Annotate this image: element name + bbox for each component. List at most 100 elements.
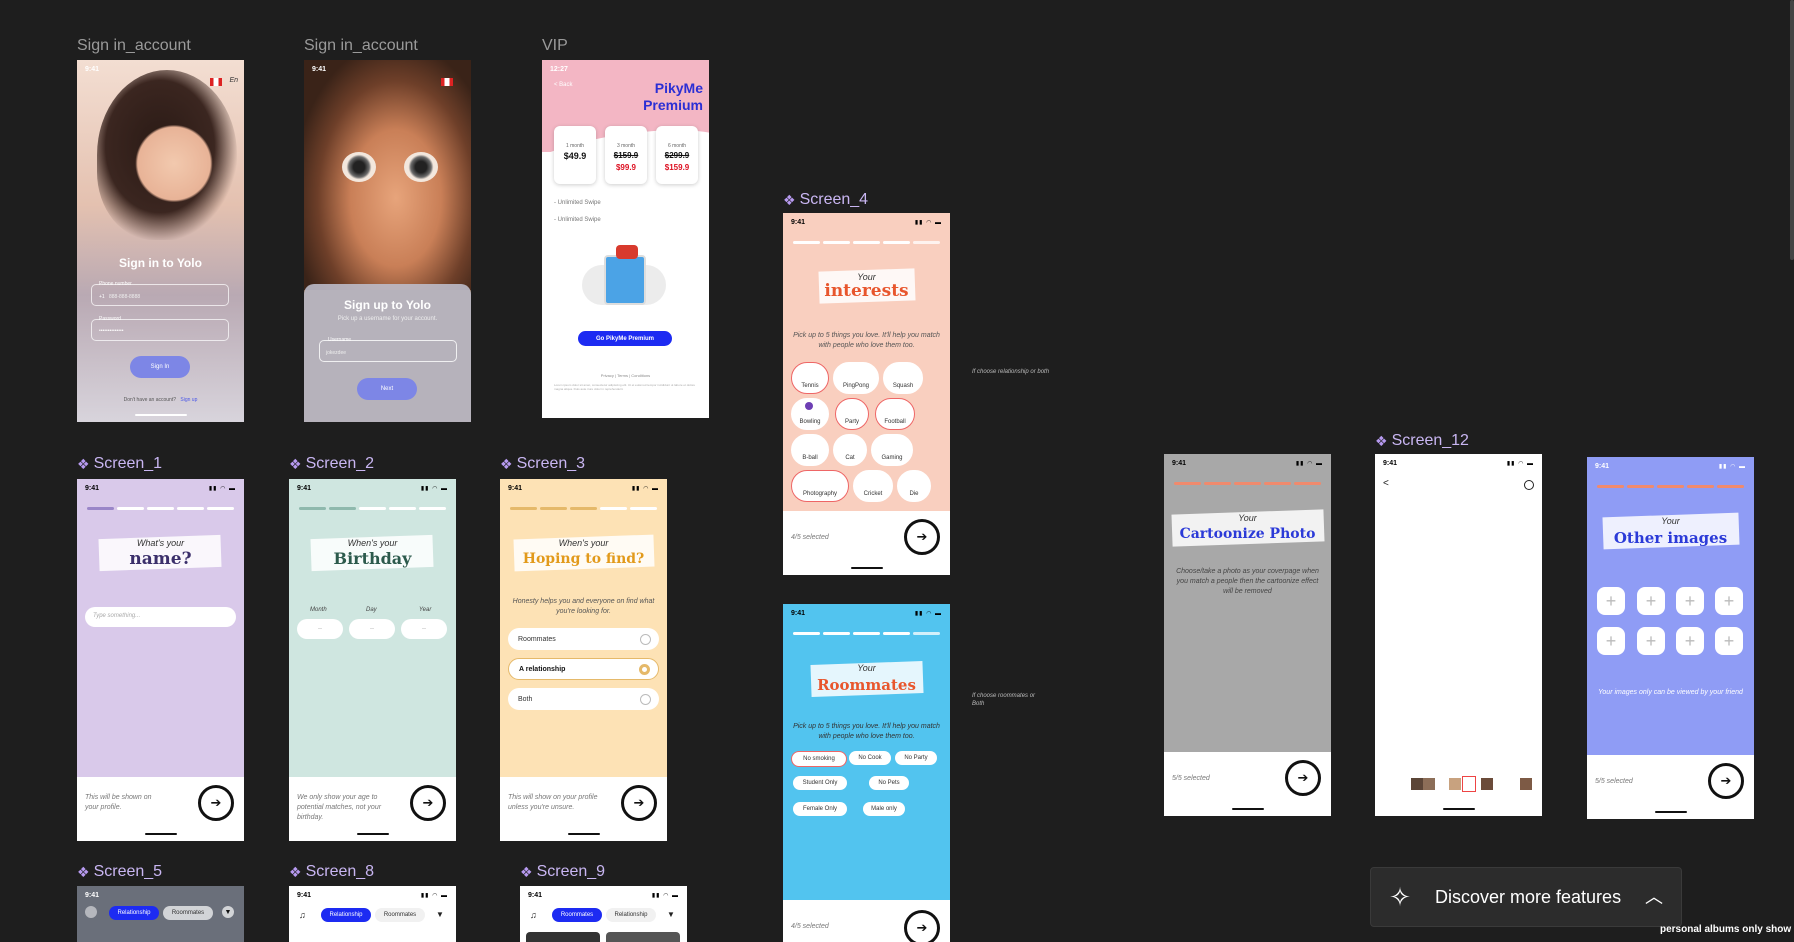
option-roommates[interactable]: Roommates <box>508 628 659 650</box>
frame-other-images[interactable]: 9:41 ▮▮ ◠ ▬ Your Other images + + + + + … <box>1587 457 1754 819</box>
signup-link[interactable]: Sign up <box>180 397 197 403</box>
tab-roommates[interactable]: Roommates <box>375 908 425 922</box>
month-input[interactable]: -- <box>297 619 343 639</box>
tab-roommates[interactable]: Roommates <box>552 908 602 922</box>
back-button[interactable]: < <box>1383 478 1389 489</box>
thumbnail[interactable] <box>1520 778 1532 790</box>
frame-screen-2[interactable]: 9:41 ▮▮ ◠ ▬ When's your Birthday Month D… <box>289 479 456 841</box>
chip-die[interactable]: Die <box>897 470 931 502</box>
frame-screen-8[interactable]: 9:41 ▮▮ ◠ ▬ ♫ Relationship Roommates ▼ <box>289 886 456 942</box>
terms-link[interactable]: Terms <box>617 373 628 378</box>
conditions-link[interactable]: Conditions <box>631 373 650 378</box>
thumbnail[interactable] <box>1411 778 1423 790</box>
component-label-screen1[interactable]: ❖ Screen_1 <box>77 455 162 473</box>
chip-pingpong[interactable]: PingPong <box>833 362 879 394</box>
year-input[interactable]: -- <box>401 619 447 639</box>
frame-screen-4[interactable]: 9:41 ▮▮ ◠ ▬ Your interests Pick up to 5 … <box>783 213 950 575</box>
bell-icon[interactable]: ♫ <box>299 910 306 920</box>
thumbnail-selected[interactable] <box>1462 776 1476 792</box>
back-link[interactable]: < Back <box>554 82 573 88</box>
frame-label-signin1[interactable]: Sign in_account <box>77 37 191 55</box>
pill-no-cook[interactable]: No Cook <box>849 751 891 765</box>
plan-card-1[interactable]: 1 month $49.9 <box>554 126 596 184</box>
add-image-button[interactable]: + <box>1597 587 1625 615</box>
next-button[interactable]: ➔ <box>1285 760 1321 796</box>
add-image-button[interactable]: + <box>1715 587 1743 615</box>
add-image-button[interactable]: + <box>1676 627 1704 655</box>
frame-screen-5[interactable]: 9:41 Relationship Roommates ▼ <box>77 886 244 942</box>
frame-screen-3[interactable]: 9:41 ▮▮ ◠ ▬ When's your Hoping to find? … <box>500 479 667 841</box>
add-image-button[interactable]: + <box>1715 627 1743 655</box>
thumbnail[interactable] <box>1481 778 1493 790</box>
tab-roommates[interactable]: Roommates <box>163 906 213 920</box>
pill-no-pets[interactable]: No Pets <box>869 776 909 790</box>
signin-button[interactable]: Sign In <box>130 356 190 378</box>
next-button[interactable]: ➔ <box>1708 763 1744 799</box>
component-label-screen2[interactable]: ❖ Screen_2 <box>289 455 374 473</box>
bell-icon[interactable]: ♫ <box>530 910 537 920</box>
pill-female-only[interactable]: Female Only <box>793 802 847 816</box>
add-image-button[interactable]: + <box>1637 627 1665 655</box>
chevron-up-icon[interactable]: ︿ <box>1645 883 1663 909</box>
frame-vip[interactable]: 12:27 < Back PikyMe Premium 1 month $49.… <box>542 60 709 418</box>
next-button[interactable]: ➔ <box>904 910 940 942</box>
next-button[interactable]: ➔ <box>904 519 940 555</box>
component-label-screen5[interactable]: ❖ Screen_5 <box>77 863 162 881</box>
chip-cricket[interactable]: Cricket <box>853 470 893 502</box>
add-image-button[interactable]: + <box>1637 587 1665 615</box>
component-label-screen9[interactable]: ❖ Screen_9 <box>520 863 605 881</box>
chip-cat[interactable]: Cat <box>833 434 867 466</box>
chip-squash[interactable]: Squash <box>883 362 923 394</box>
frame-label-signin2[interactable]: Sign in_account <box>304 37 418 55</box>
tab-relationship[interactable]: Relationship <box>109 906 159 920</box>
selected-count: 4/5 selected <box>791 534 829 541</box>
component-label-screen4[interactable]: ❖ Screen_4 <box>783 191 868 209</box>
frame-screen-12[interactable]: 9:41 ▮▮ ◠ ▬ < <box>1375 454 1542 816</box>
language-label[interactable]: En <box>229 77 238 84</box>
frame-signin-1[interactable]: 9:41 En Sign in to Yolo Phone number +1 … <box>77 60 244 422</box>
go-premium-button[interactable]: Go PikyMe Premium <box>578 331 672 346</box>
chip-bball[interactable]: B-ball <box>791 434 829 466</box>
next-button[interactable]: Next <box>357 378 417 400</box>
tab-relationship[interactable]: Relationship <box>606 908 656 922</box>
next-button[interactable]: ➔ <box>410 785 446 821</box>
option-relationship[interactable]: A relationship <box>508 658 659 680</box>
next-button[interactable]: ➔ <box>621 785 657 821</box>
frame-screen-1[interactable]: 9:41 ▮▮ ◠ ▬ What's your name? Type somet… <box>77 479 244 841</box>
next-button[interactable]: ➔ <box>198 785 234 821</box>
chip-gaming[interactable]: Gaming <box>871 434 913 466</box>
tab-relationship[interactable]: Relationship <box>321 908 371 922</box>
plan-card-2[interactable]: 3 month $159.9 $99.9 <box>605 126 647 184</box>
vertical-scrollbar[interactable] <box>1790 0 1794 260</box>
add-image-button[interactable]: + <box>1676 587 1704 615</box>
chip-football[interactable]: Football <box>875 398 915 430</box>
pill-no-party[interactable]: No Party <box>895 751 937 765</box>
chip-party[interactable]: Party <box>835 398 869 430</box>
share-icon[interactable] <box>1524 480 1534 490</box>
pill-no-smoking[interactable]: No smoking <box>791 751 847 767</box>
plan-card-3[interactable]: 6 month $299.9 $159.9 <box>656 126 698 184</box>
filter-icon[interactable]: ▼ <box>667 910 675 919</box>
thumbnail[interactable] <box>1423 778 1435 790</box>
bell-icon[interactable] <box>85 906 97 918</box>
component-label-screen3[interactable]: ❖ Screen_3 <box>500 455 585 473</box>
filter-icon[interactable]: ▼ <box>222 906 234 918</box>
thumbnail[interactable] <box>1449 778 1461 790</box>
frame-cartoonize[interactable]: 9:41 ▮▮ ◠ ▬ Your Cartoonize Photo Choose… <box>1164 454 1331 816</box>
component-label-screen8[interactable]: ❖ Screen_8 <box>289 863 374 881</box>
filter-icon[interactable]: ▼ <box>436 910 444 919</box>
frame-roommates[interactable]: 9:41 ▮▮ ◠ ▬ Your Roommates Pick up to 5 … <box>783 604 950 942</box>
add-image-button[interactable]: + <box>1597 627 1625 655</box>
frame-screen-9[interactable]: 9:41 ▮▮ ◠ ▬ ♫ Roommates Relationship ▼ <box>520 886 687 942</box>
pill-student-only[interactable]: Student Only <box>793 776 847 790</box>
chip-photography[interactable]: Photography <box>791 470 849 502</box>
frame-signin-2[interactable]: 9:41 Sign up to Yolo Pick up a username … <box>304 60 471 422</box>
day-input[interactable]: -- <box>349 619 395 639</box>
discover-features-toast[interactable]: ✧ Discover more features ︿ <box>1370 867 1682 927</box>
frame-label-vip[interactable]: VIP <box>542 37 568 55</box>
pill-male-only[interactable]: Male only <box>863 802 905 816</box>
chip-tennis[interactable]: Tennis <box>791 362 829 394</box>
component-label-screen12[interactable]: ❖ Screen_12 <box>1375 432 1469 450</box>
option-both[interactable]: Both <box>508 688 659 710</box>
privacy-link[interactable]: Privacy <box>601 373 614 378</box>
